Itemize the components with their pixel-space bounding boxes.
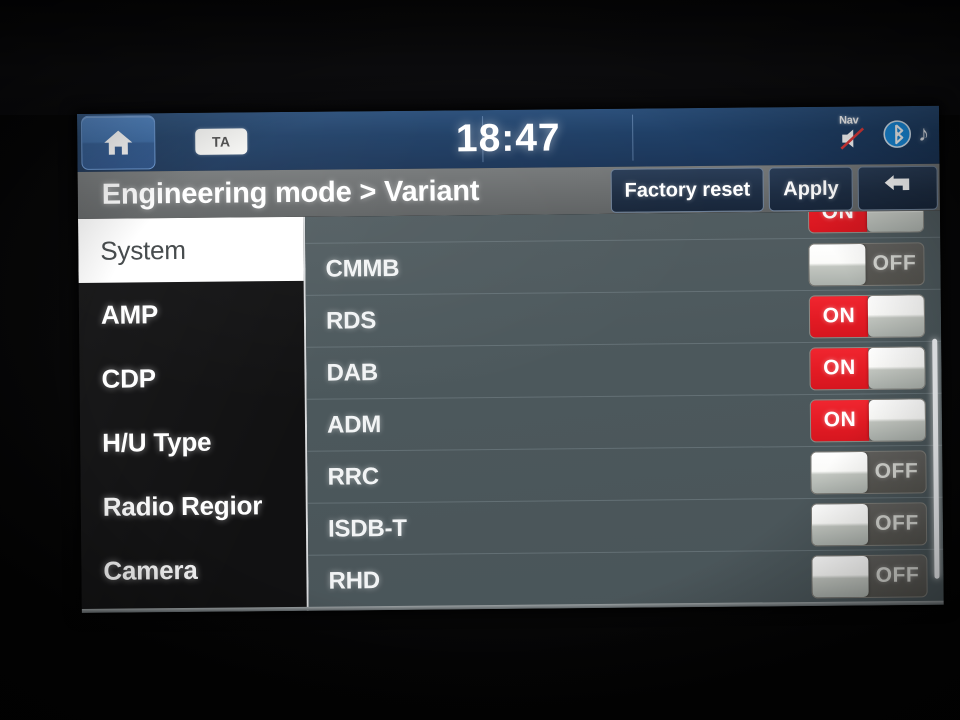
home-button[interactable]	[81, 115, 156, 170]
toggle-switch[interactable]: ON	[809, 345, 926, 390]
title-action-group: Factory reset Apply	[610, 165, 938, 213]
toggle-state-label: OFF	[874, 459, 919, 483]
row-label: ISDB-T	[327, 514, 407, 543]
nav-mute-indicator: Nav	[839, 114, 873, 154]
sidebar-item-camera[interactable]: Camera	[81, 537, 307, 603]
title-bar: Engineering mode > Variant Factory reset…	[77, 163, 940, 219]
row-label: ADM	[326, 410, 382, 439]
sidebar-item-label: Radio Regior	[102, 489, 263, 522]
toggle-state-label: ON	[810, 399, 870, 441]
toggle-switch[interactable]: ON	[807, 210, 925, 234]
toggle-state-label: ON	[808, 210, 868, 233]
status-bar: TA 18:47 Nav ♪	[77, 105, 940, 172]
table-row[interactable]: CMMB OFF	[305, 236, 941, 295]
row-label: RRC	[327, 462, 380, 491]
row-label: DAB	[326, 358, 379, 387]
ta-badge[interactable]: TA	[195, 128, 248, 155]
toggle-knob	[868, 398, 926, 441]
toggle-state-label: OFF	[875, 511, 919, 535]
head-unit-screen: TA 18:47 Nav ♪ Engineering mode > Varian…	[77, 105, 944, 613]
back-button[interactable]	[857, 165, 938, 211]
home-icon	[103, 128, 133, 156]
apply-button[interactable]: Apply	[768, 166, 853, 212]
toggle-knob	[866, 210, 924, 232]
toggle-state-label: OFF	[875, 563, 920, 587]
sidebar-item-label: AMP	[100, 298, 159, 330]
sidebar-item-hu-type[interactable]: H/U Type	[80, 409, 306, 475]
sidebar-item-label: CDP	[101, 362, 156, 394]
table-row[interactable]: RDS ON	[305, 288, 942, 347]
row-label: RDS	[325, 306, 377, 335]
sidebar-item-label: Camera	[103, 554, 198, 586]
toggle-knob	[867, 294, 925, 337]
sidebar-item-label: System	[100, 234, 186, 266]
sidebar-item-system[interactable]: System	[78, 216, 304, 283]
factory-reset-button[interactable]: Factory reset	[610, 167, 765, 213]
statusbar-divider-right	[632, 114, 634, 161]
toggle-knob	[868, 346, 925, 389]
page-title: Engineering mode > Variant	[101, 175, 480, 211]
toggle-switch[interactable]: ON	[808, 293, 926, 338]
variant-list-scroll-content: ON CMMB OFF RDS ON DAB ON ADM ON RRC OFF…	[305, 210, 944, 607]
table-row[interactable]: RHD OFF	[308, 548, 944, 607]
toggle-switch[interactable]: OFF	[808, 241, 925, 286]
toggle-switch[interactable]: OFF	[811, 553, 928, 598]
toggle-knob	[809, 243, 866, 285]
sidebar-item-label: H/U Type	[102, 426, 212, 458]
table-row[interactable]: RRC OFF	[307, 444, 943, 503]
back-arrow-icon	[881, 173, 915, 203]
music-note-icon: ♪	[918, 120, 930, 146]
sidebar: System AMP CDP H/U Type Radio Regior Cam…	[78, 216, 309, 613]
row-label: RHD	[328, 566, 381, 595]
toggle-state-label: ON	[809, 295, 869, 337]
table-row[interactable]: ISDB-T OFF	[307, 496, 944, 555]
toggle-knob	[812, 555, 869, 597]
sidebar-item-cdp[interactable]: CDP	[79, 345, 305, 411]
toggle-knob	[811, 503, 869, 545]
row-label: CMMB	[325, 254, 400, 283]
sidebar-item-radio-regior[interactable]: Radio Regior	[80, 473, 306, 539]
scrollbar-thumb[interactable]	[932, 338, 940, 579]
sidebar-item-amp[interactable]: AMP	[79, 281, 305, 347]
toggle-state-label: ON	[810, 347, 869, 389]
variant-list: ON CMMB OFF RDS ON DAB ON ADM ON RRC OFF…	[304, 210, 944, 611]
table-row[interactable]: ADM ON	[306, 392, 943, 451]
bluetooth-icon	[882, 119, 912, 149]
toggle-state-label: OFF	[872, 251, 917, 275]
toggle-switch[interactable]: ON	[809, 397, 927, 442]
dashboard-upper-shade	[0, 0, 960, 115]
toggle-knob	[811, 451, 868, 493]
toggle-switch[interactable]: OFF	[810, 501, 928, 546]
status-icon-group: Nav ♪	[839, 114, 929, 155]
content-area: System AMP CDP H/U Type Radio Regior Cam…	[78, 210, 944, 613]
statusbar-divider-left	[482, 116, 484, 163]
table-row[interactable]: DAB ON	[306, 340, 942, 399]
toggle-switch[interactable]: OFF	[810, 449, 927, 494]
